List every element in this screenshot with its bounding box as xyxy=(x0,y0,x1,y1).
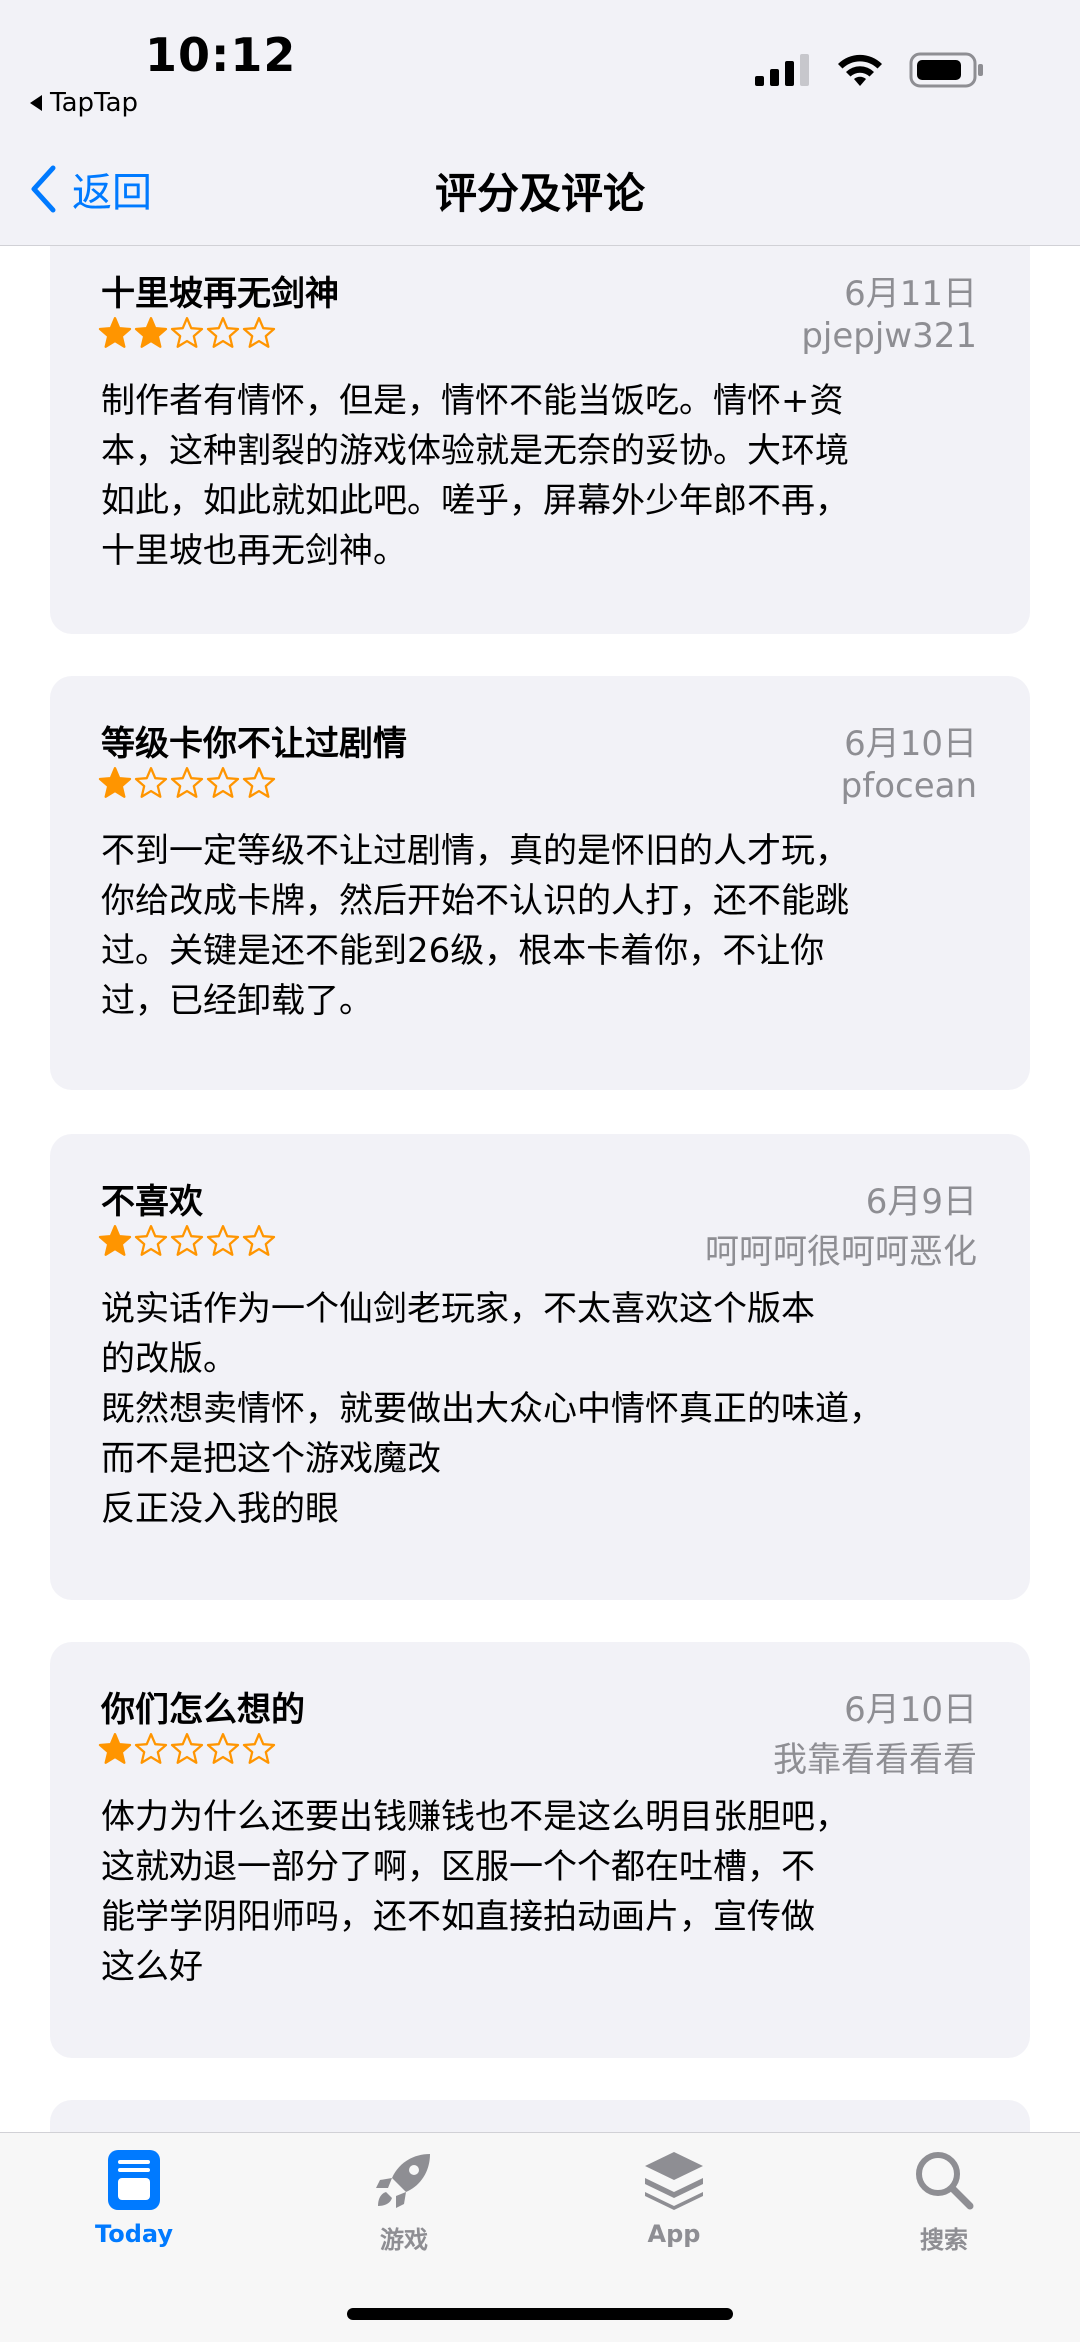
star-filled-icon xyxy=(98,1732,132,1764)
star-empty-icon xyxy=(170,1224,204,1256)
stack-icon xyxy=(645,2152,703,2210)
status-bar: 10:12 TapTap xyxy=(0,0,1080,120)
status-icons xyxy=(755,52,985,88)
review-card[interactable]: 等级卡你不让过剧情 6月10日 pfocean 不到一定等级不让过剧情，真的是怀… xyxy=(50,676,1030,1090)
back-to-app-link[interactable]: TapTap xyxy=(30,88,138,118)
tab-games[interactable]: 游戏 xyxy=(304,2148,504,2255)
review-author: pjepjw321 xyxy=(801,316,977,356)
star-empty-icon xyxy=(242,766,276,798)
review-body: 不到一定等级不让过剧情，真的是怀旧的人才玩， 你给改成卡牌，然后开始不认识的人打… xyxy=(101,831,849,1021)
review-title: 十里坡再无剑神 xyxy=(101,274,339,314)
star-empty-icon xyxy=(134,766,168,798)
review-body: 体力为什么还要出钱赚钱也不是这么明目张胆吧， 这就劝退一部分了啊，区服一个个都在… xyxy=(101,1797,849,1987)
review-date: 6月11日 xyxy=(844,274,977,314)
star-empty-icon xyxy=(170,1732,204,1764)
review-stars xyxy=(98,1732,276,1766)
tab-label: 游戏 xyxy=(380,2226,428,2254)
page-title: 评分及评论 xyxy=(434,169,645,218)
review-date: 6月9日 xyxy=(865,1182,977,1222)
review-title: 不喜欢 xyxy=(101,1182,203,1222)
tab-label: Today xyxy=(95,2220,173,2248)
star-empty-icon xyxy=(206,1732,240,1764)
star-empty-icon xyxy=(206,316,240,348)
tab-label: 搜索 xyxy=(920,2226,968,2254)
star-filled-icon xyxy=(98,766,132,798)
review-card[interactable]: 不喜欢 6月9日 呵呵呵很呵呵恶化 说实话作为一个仙剑老玩家，不太喜欢这个版本 … xyxy=(50,1134,1030,1600)
tab-apps[interactable]: App xyxy=(574,2148,774,2248)
star-filled-icon xyxy=(134,316,168,348)
back-app-label: TapTap xyxy=(50,88,139,118)
star-empty-icon xyxy=(206,766,240,798)
review-author: 呵呵呵很呵呵恶化 xyxy=(705,1232,977,1272)
review-author: pfocean xyxy=(840,766,977,806)
star-filled-icon xyxy=(98,1224,132,1256)
rocket-icon xyxy=(376,2154,430,2208)
star-empty-icon xyxy=(134,1224,168,1256)
tab-label: App xyxy=(647,2220,701,2248)
tab-search[interactable]: 搜索 xyxy=(844,2148,1044,2255)
home-indicator[interactable] xyxy=(347,2308,733,2320)
review-stars xyxy=(98,766,276,800)
star-empty-icon xyxy=(170,316,204,348)
battery-icon xyxy=(909,52,983,88)
reviews-list[interactable]: 十里坡再无剑神 6月11日 pjepjw321 制作者有情怀，但是，情怀不能当饭… xyxy=(0,246,1080,2132)
star-empty-icon xyxy=(242,1224,276,1256)
review-date: 6月10日 xyxy=(844,724,977,764)
star-empty-icon xyxy=(242,1732,276,1764)
star-empty-icon xyxy=(170,766,204,798)
star-filled-icon xyxy=(98,316,132,348)
tab-today[interactable]: Today xyxy=(34,2148,234,2248)
review-card[interactable] xyxy=(50,2100,1030,2132)
star-empty-icon xyxy=(206,1224,240,1256)
review-card[interactable]: 你们怎么想的 6月10日 我靠看看看看 体力为什么还要出钱赚钱也不是这么明目张胆… xyxy=(50,1642,1030,2058)
status-time: 10:12 xyxy=(145,28,297,82)
review-body: 制作者有情怀，但是，情怀不能当饭吃。情怀+资 本，这种割裂的游戏体验就是无奈的妥… xyxy=(101,381,849,571)
review-card[interactable]: 十里坡再无剑神 6月11日 pjepjw321 制作者有情怀，但是，情怀不能当饭… xyxy=(50,246,1030,634)
review-stars xyxy=(98,316,276,350)
back-triangle-icon xyxy=(30,95,42,111)
star-empty-icon xyxy=(242,316,276,348)
review-body: 说实话作为一个仙剑老玩家，不太喜欢这个版本 的改版。 既然想卖情怀，就要做出大众… xyxy=(101,1289,883,1529)
star-empty-icon xyxy=(134,1732,168,1764)
review-author: 我靠看看看看 xyxy=(773,1740,977,1780)
wifi-icon xyxy=(838,54,882,86)
navigation-bar: 返回 评分及评论 xyxy=(0,120,1080,246)
review-title: 你们怎么想的 xyxy=(101,1690,305,1730)
cellular-signal-icon xyxy=(755,54,809,86)
review-title: 等级卡你不让过剧情 xyxy=(101,724,407,764)
review-stars xyxy=(98,1224,276,1258)
review-date: 6月10日 xyxy=(844,1690,977,1730)
today-icon xyxy=(108,2150,160,2210)
search-icon xyxy=(916,2152,974,2210)
